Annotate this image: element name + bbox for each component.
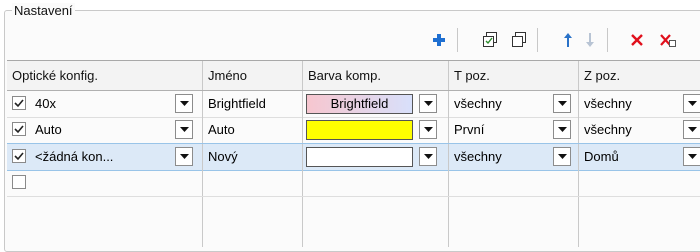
config-value: 40x [35, 96, 56, 111]
z-position-value: všechny [584, 122, 632, 137]
name-cell[interactable]: Brightfield [203, 91, 303, 117]
toolbar-separator [457, 28, 458, 52]
column-header-name[interactable]: Jméno [203, 61, 303, 90]
config-cell: 40x [7, 91, 203, 117]
enable-checkbox[interactable] [12, 96, 26, 110]
paste-icon[interactable] [508, 29, 530, 51]
t-position-cell[interactable] [449, 170, 579, 196]
t-position-dropdown-button[interactable] [553, 94, 571, 113]
toolbar-separator [537, 28, 538, 52]
t-position-value: První [454, 122, 485, 137]
config-dropdown-button[interactable] [175, 94, 193, 113]
config-value: Auto [35, 122, 62, 137]
name-cell[interactable]: Auto [203, 117, 303, 143]
config-dropdown-button[interactable] [175, 147, 193, 166]
column-header-z-position[interactable]: Z poz. [579, 61, 700, 90]
table-row: 40x Brightfield Brightfield všechny všec… [7, 91, 700, 118]
column-header-color[interactable]: Barva komp. [303, 61, 449, 90]
name-cell[interactable] [203, 170, 303, 196]
toolbar [5, 25, 700, 57]
toolbar-separator [607, 28, 608, 52]
table-row-selected: <žádná kon... Nový všechny Domů [7, 143, 700, 171]
settings-grid: Optické konfig. Jméno Barva komp. T poz.… [7, 60, 700, 247]
color-dropdown-button[interactable] [419, 120, 437, 139]
grid-empty-area [7, 197, 700, 247]
delete-icon[interactable] [626, 29, 648, 51]
config-cell: Auto [7, 117, 203, 143]
group-title: Nastavení [12, 3, 75, 18]
z-position-dropdown-button[interactable] [683, 147, 700, 166]
move-down-icon [579, 29, 601, 51]
t-position-dropdown-button[interactable] [553, 120, 571, 139]
z-position-dropdown-button[interactable] [683, 94, 700, 113]
table-row: Auto Auto První všechny [7, 117, 700, 144]
z-position-dropdown-button[interactable] [683, 120, 700, 139]
color-dropdown-button[interactable] [419, 147, 437, 166]
color-swatch[interactable] [306, 120, 413, 140]
color-cell[interactable] [303, 170, 449, 196]
t-position-value: všechny [454, 96, 502, 111]
color-swatch[interactable]: Brightfield [306, 94, 413, 114]
z-position-cell: Domů [579, 144, 700, 170]
t-position-dropdown-button[interactable] [553, 147, 571, 166]
config-cell: <žádná kon... [7, 144, 203, 170]
z-position-value: Domů [584, 149, 619, 164]
grid-header: Optické konfig. Jméno Barva komp. T poz.… [7, 61, 700, 91]
color-cell [303, 117, 449, 143]
color-cell [303, 144, 449, 170]
delete-all-icon[interactable] [657, 29, 679, 51]
column-header-config[interactable]: Optické konfig. [7, 61, 203, 90]
color-dropdown-button[interactable] [419, 94, 437, 113]
new-row [7, 170, 700, 197]
color-swatch[interactable] [306, 147, 413, 167]
copy-icon[interactable] [479, 29, 501, 51]
enable-checkbox[interactable] [12, 149, 26, 163]
t-position-cell: všechny [449, 144, 579, 170]
name-value: Nový [208, 149, 238, 164]
color-cell: Brightfield [303, 91, 449, 117]
config-dropdown-button[interactable] [175, 120, 193, 139]
z-position-cell[interactable] [579, 170, 700, 196]
t-position-cell: všechny [449, 91, 579, 117]
move-up-icon[interactable] [557, 29, 579, 51]
name-value: Auto [208, 122, 235, 137]
name-cell[interactable]: Nový [203, 144, 303, 170]
z-position-value: všechny [584, 96, 632, 111]
add-icon[interactable] [428, 29, 450, 51]
enable-checkbox[interactable] [12, 175, 26, 189]
enable-checkbox[interactable] [12, 122, 26, 136]
t-position-value: všechny [454, 149, 502, 164]
z-position-cell: všechny [579, 117, 700, 143]
name-value: Brightfield [208, 96, 266, 111]
column-header-t-position[interactable]: T poz. [449, 61, 579, 90]
z-position-cell: všechny [579, 91, 700, 117]
config-value: <žádná kon... [35, 149, 114, 164]
t-position-cell: První [449, 117, 579, 143]
config-cell [7, 170, 203, 196]
